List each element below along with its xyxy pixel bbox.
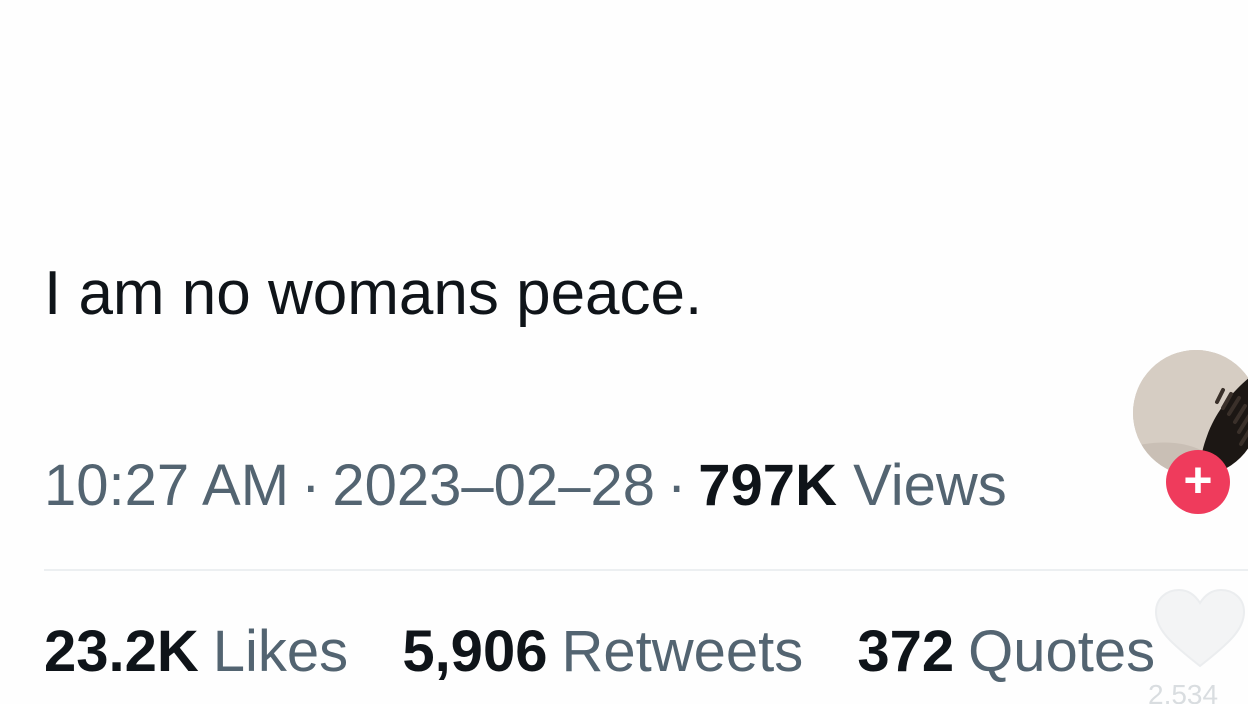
views-count: 797K xyxy=(698,453,837,518)
quotes-label: Quotes xyxy=(968,619,1156,684)
engagement-stats: 23.2K Likes 5,906 Retweets 372 Quotes xyxy=(44,618,1193,686)
follow-button[interactable]: + xyxy=(1166,450,1230,514)
likes-stat[interactable]: 23.2K Likes xyxy=(44,618,348,686)
tweet-date[interactable]: 2023–02–28 xyxy=(332,453,655,518)
tweet-meta: 10:27 AM · 2023–02–28 · 797K Views xyxy=(44,452,1007,520)
tweet-time[interactable]: 10:27 AM xyxy=(44,453,289,518)
tweet-text: I am no womans peace. xyxy=(44,259,703,328)
meta-separator: · xyxy=(666,453,687,518)
views-label: Views xyxy=(853,453,1007,518)
divider xyxy=(44,569,1248,571)
retweets-count: 5,906 xyxy=(402,619,548,684)
like-button[interactable] xyxy=(1152,586,1248,670)
heart-icon xyxy=(1154,588,1246,668)
retweets-stat[interactable]: 5,906 Retweets xyxy=(402,618,803,686)
quotes-count: 372 xyxy=(857,619,955,684)
meta-separator: · xyxy=(301,453,321,518)
plus-icon: + xyxy=(1183,452,1213,508)
like-count: 2,534 xyxy=(1148,679,1219,704)
retweets-label: Retweets xyxy=(561,619,804,684)
likes-count: 23.2K xyxy=(44,619,199,684)
quotes-stat[interactable]: 372 Quotes xyxy=(857,618,1155,686)
likes-label: Likes xyxy=(212,619,349,684)
